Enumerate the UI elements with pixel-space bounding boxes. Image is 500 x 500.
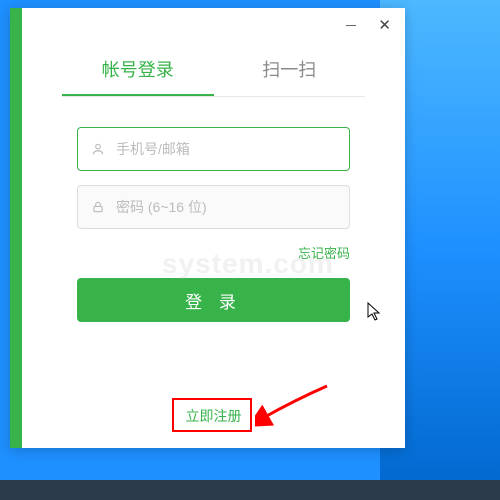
password-input[interactable] — [116, 199, 339, 215]
password-field-wrapper[interactable] — [77, 185, 350, 229]
tab-account-login[interactable]: 帐号登录 — [62, 56, 214, 96]
forgot-password-link[interactable]: 忘记密码 — [77, 243, 350, 262]
window-controls: ✕ — [346, 18, 391, 33]
user-icon — [88, 142, 108, 156]
window-accent-strip — [10, 8, 22, 448]
lock-icon — [88, 200, 108, 214]
login-form: 忘记密码 登 录 — [22, 97, 405, 322]
taskbar[interactable] — [0, 480, 500, 500]
username-field-wrapper[interactable] — [77, 127, 350, 171]
login-tabs: 帐号登录 扫一扫 — [22, 56, 405, 96]
close-button[interactable]: ✕ — [378, 18, 391, 33]
tab-scan-login[interactable]: 扫一扫 — [214, 56, 366, 96]
username-input[interactable] — [116, 141, 339, 157]
register-link[interactable]: 立即注册 — [22, 406, 405, 426]
minimize-button[interactable] — [346, 25, 356, 27]
window-body: ✕ 帐号登录 扫一扫 — [22, 8, 405, 448]
login-button[interactable]: 登 录 — [77, 278, 350, 322]
login-window: ✕ 帐号登录 扫一扫 — [10, 8, 405, 448]
